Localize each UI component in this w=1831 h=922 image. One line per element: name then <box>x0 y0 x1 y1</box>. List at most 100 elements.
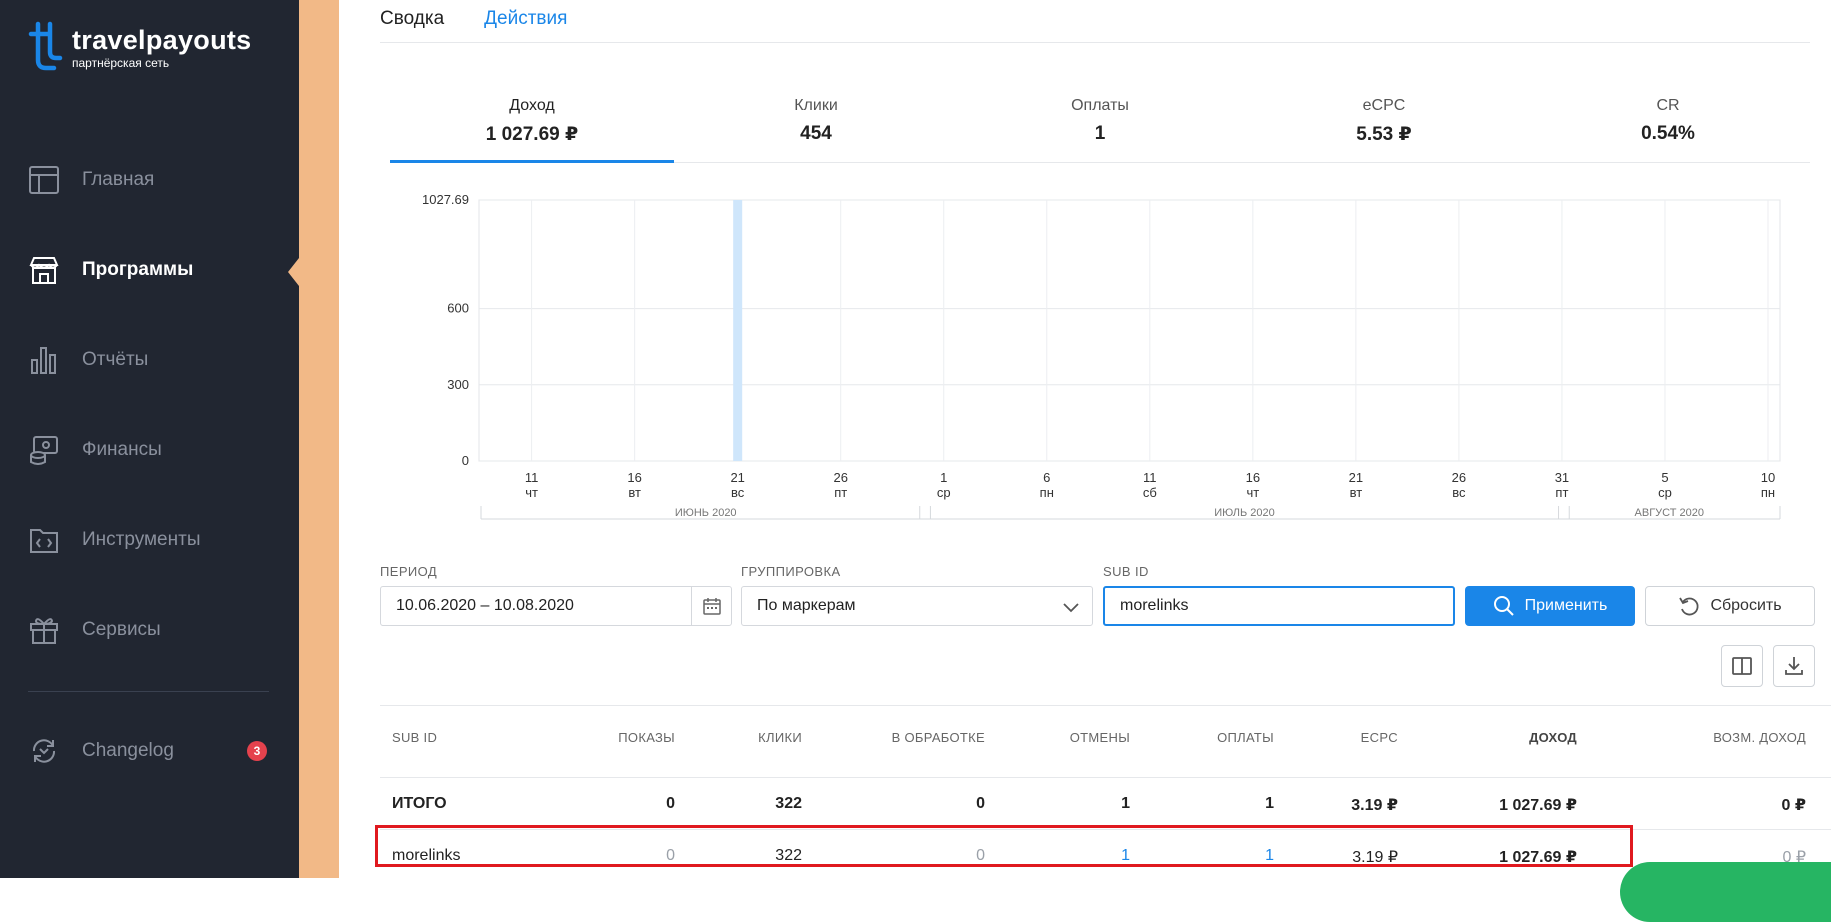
cell-ecpc: 3.19 ₽ <box>1351 797 1398 814</box>
cell-paid: 1 <box>1265 795 1274 812</box>
tab-actions[interactable]: Действия <box>484 0 567 42</box>
tab-summary[interactable]: Сводка <box>380 0 444 42</box>
y-tick-label: 0 <box>462 453 469 468</box>
cell-revenue: 1 027.69 ₽ <box>1499 849 1577 866</box>
sidebar-divider <box>28 691 269 692</box>
metric-value: 1 027.69 ₽ <box>485 124 579 145</box>
cell-impressions: 0 <box>666 847 675 864</box>
download-icon <box>1785 657 1803 675</box>
sidebar-item-changelog[interactable]: Changelog <box>28 731 174 771</box>
period-input[interactable]: 10.06.2020 – 10.08.2020 <box>380 586 732 626</box>
columns-icon <box>1732 657 1752 675</box>
cell-pending: 0 <box>976 795 985 812</box>
subid-value: morelinks <box>1120 597 1189 614</box>
metric-label: Доход <box>509 97 555 114</box>
x-tick-day: 26 <box>1452 470 1466 485</box>
main-content: Сводка Действия Доход 1 027.69 ₽ Клики 4… <box>339 0 1831 878</box>
metric-label: CR <box>1656 97 1680 114</box>
store-icon <box>28 254 60 286</box>
view-tabs: Сводка Действия <box>380 0 1810 43</box>
accent-stripe <box>299 0 339 878</box>
x-tick-day: 16 <box>627 470 641 485</box>
x-tick-weekday: вс <box>731 485 745 500</box>
sidebar-item-home[interactable]: Главная <box>28 160 154 200</box>
col-pending[interactable]: В ОБРАБОТКЕ <box>892 730 985 745</box>
columns-toggle-button[interactable] <box>1721 645 1763 687</box>
revenue-chart-svg: 03006001027.6911чт16вт21вс26пт1ср6пн11сб… <box>422 192 1781 520</box>
apply-button[interactable]: Применить <box>1465 586 1635 626</box>
col-paid[interactable]: ОПЛАТЫ <box>1217 730 1274 745</box>
sidebar-item-label: Главная <box>82 169 155 190</box>
brand-name: travelpayouts <box>72 25 252 55</box>
sidebar-item-finance[interactable]: Финансы <box>28 430 162 470</box>
x-tick-day: 11 <box>525 470 539 485</box>
search-icon <box>1493 595 1515 617</box>
month-label: ИЮНЬ 2020 <box>675 507 737 519</box>
sidebar-item-tools[interactable]: Инструменты <box>28 520 200 560</box>
metric-revenue[interactable]: Доход 1 027.69 ₽ <box>390 97 674 163</box>
cell-cancelled-link[interactable]: 1 <box>1121 847 1130 865</box>
subid-label: SUB ID <box>1103 564 1149 579</box>
revenue-chart: 0 300 600 1027.69 11 чт 16 вт 21 вс 26 пт 1 ср 6 пн 11 сб… <box>339 190 1831 540</box>
col-potential-revenue[interactable]: ВОЗМ. ДОХОД <box>1713 730 1806 745</box>
metric-cr[interactable]: CR 0.54% <box>1526 97 1810 162</box>
metric-value: 0.54% <box>1641 123 1695 144</box>
col-subid[interactable]: SUB ID <box>392 730 437 745</box>
sidebar-item-services[interactable]: Сервисы <box>28 610 161 650</box>
sidebar-item-label: Сервисы <box>82 619 161 640</box>
changelog-badge: 3 <box>247 741 267 761</box>
x-tick-weekday: пн <box>1040 485 1054 500</box>
col-cancelled[interactable]: ОТМЕНЫ <box>1070 730 1130 745</box>
plot-border <box>478 199 1781 462</box>
support-chat-button[interactable] <box>1620 862 1831 922</box>
month-label: ИЮЛЬ 2020 <box>1214 507 1275 519</box>
sidebar-item-reports[interactable]: Отчёты <box>28 340 148 380</box>
brand-logo[interactable]: travelpayouts партнёрская сеть <box>28 20 251 72</box>
x-tick-weekday: пт <box>834 485 847 500</box>
finance-icon <box>28 434 60 466</box>
x-tick-weekday: вт <box>628 485 641 500</box>
col-revenue[interactable]: ДОХОД <box>1529 730 1577 745</box>
x-tick-day: 5 <box>1661 470 1668 485</box>
col-ecpc[interactable]: ECPC <box>1361 730 1398 745</box>
sidebar-item-label: Программы <box>82 259 194 280</box>
metric-payments[interactable]: Оплаты 1 <box>958 97 1242 162</box>
metric-ecpc[interactable]: eCPC 5.53 ₽ <box>1242 97 1526 162</box>
x-tick-day: 21 <box>1349 470 1363 485</box>
y-tick-label: 1027.69 <box>422 192 469 207</box>
table-row[interactable]: morelinks 0 322 0 1 1 3.19 ₽ 1 027.69 ₽ … <box>380 829 1831 881</box>
metric-clicks[interactable]: Клики 454 <box>674 97 958 162</box>
download-button[interactable] <box>1773 645 1815 687</box>
changelog-icon <box>28 735 60 767</box>
subid-input[interactable]: morelinks <box>1103 586 1455 626</box>
metric-label: eCPC <box>1362 97 1406 114</box>
metrics-tabs: Доход 1 027.69 ₽ Клики 454 Оплаты 1 eCPC… <box>390 97 1810 163</box>
apply-button-label: Применить <box>1524 597 1608 614</box>
metric-label: Клики <box>794 97 838 114</box>
layout-icon <box>28 164 60 196</box>
sidebar-item-programs[interactable]: Программы <box>28 250 193 290</box>
cell-clicks: 322 <box>775 795 802 812</box>
col-clicks[interactable]: КЛИКИ <box>758 730 802 745</box>
x-tick-weekday: вт <box>1350 485 1363 500</box>
cell-potential-revenue: 0 ₽ <box>1781 797 1806 814</box>
cell-ecpc: 3.19 ₽ <box>1352 849 1398 866</box>
sidebar-item-label: Changelog <box>82 740 174 761</box>
grouping-value: По маркерам <box>757 597 856 614</box>
chevron-down-icon <box>1062 598 1080 621</box>
reset-button[interactable]: Сбросить <box>1645 586 1815 626</box>
x-tick-day: 11 <box>1143 470 1157 485</box>
sidebar-item-label: Финансы <box>82 439 162 460</box>
active-indicator <box>288 258 299 286</box>
x-tick-day: 1 <box>940 470 947 485</box>
grouping-label: ГРУППИРОВКА <box>741 564 841 579</box>
reset-button-label: Сбросить <box>1710 597 1782 614</box>
grouping-select[interactable]: По маркерам <box>741 586 1093 626</box>
col-impressions[interactable]: ПОКАЗЫ <box>618 730 675 745</box>
sidebar: travelpayouts партнёрская сеть Главная П… <box>0 0 299 878</box>
calendar-icon[interactable] <box>691 587 731 625</box>
cell-paid-link[interactable]: 1 <box>1265 847 1274 865</box>
x-tick-day: 16 <box>1246 470 1260 485</box>
metric-value: 1 <box>1094 123 1106 144</box>
cell-impressions: 0 <box>666 795 675 812</box>
